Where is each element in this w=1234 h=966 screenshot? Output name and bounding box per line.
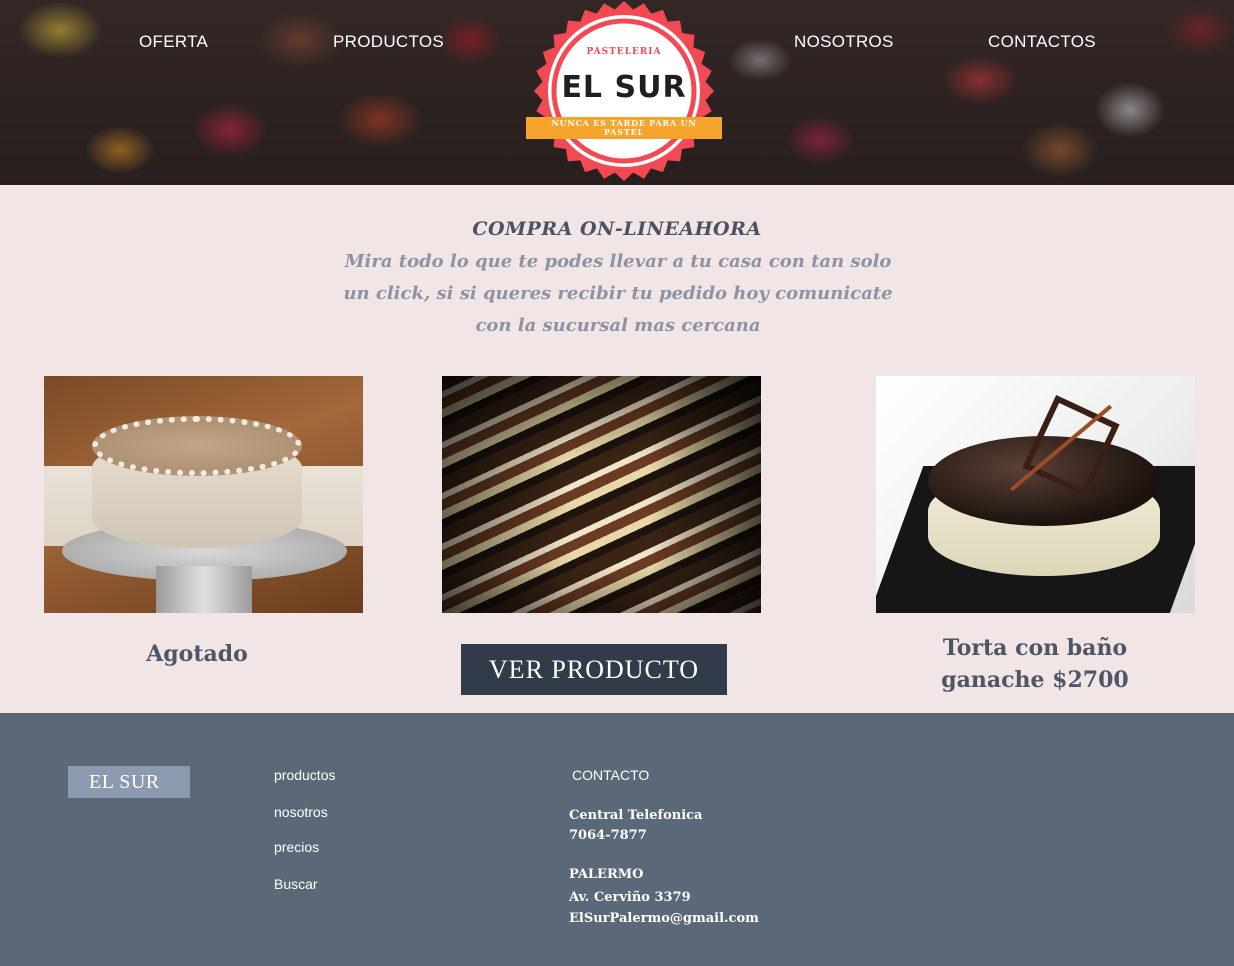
product-image-ganache-cake[interactable] xyxy=(876,376,1195,613)
footer-phone-number: 7064-7877 xyxy=(569,828,647,843)
product-image-vanilla-cake[interactable] xyxy=(44,376,363,613)
footer-branch-email[interactable]: ElSurPalermo@gmail.com xyxy=(569,911,759,926)
product-caption-ganache: Torta con baño ganache $2700 xyxy=(941,635,1129,693)
intro-text: Mira todo lo que te podes llevar a tu ca… xyxy=(343,251,893,336)
footer-branch-name: PALERMO xyxy=(569,867,644,882)
footer-branch-address: Av. Cerviño 3379 xyxy=(569,890,691,905)
footer-phone-label: Central Telefonica xyxy=(569,808,703,823)
intro-title: COMPRA ON-LINEAHORA xyxy=(472,218,762,240)
nav-oferta[interactable]: OFERTA xyxy=(139,32,208,52)
cake-stand-shape xyxy=(156,566,252,613)
logo-tagline-ribbon: NUNCA ES TARDE PARA UN PASTEL xyxy=(526,117,722,139)
cake-top-shape xyxy=(92,416,302,476)
nav-nosotros[interactable]: NOSOTROS xyxy=(794,32,894,52)
logo-name: EL SUR xyxy=(561,70,687,105)
nav-productos[interactable]: PRODUCTOS xyxy=(333,32,444,52)
footer-link-nosotros[interactable]: nosotros xyxy=(274,804,328,820)
footer-link-productos[interactable]: productos xyxy=(274,767,335,783)
footer-link-buscar[interactable]: Buscar xyxy=(274,876,318,892)
footer-link-precios[interactable]: precios xyxy=(274,839,319,855)
product-image-pastries[interactable] xyxy=(442,376,761,613)
logo-pre-title: PASTELERIA xyxy=(586,47,662,57)
footer-brand[interactable]: EL SUR xyxy=(68,766,190,798)
nav-contactos[interactable]: CONTACTOS xyxy=(988,32,1096,52)
brand-logo-badge[interactable]: PASTELERIA EL SUR NUNCA ES TARDE PARA UN… xyxy=(526,0,722,184)
product-caption-sold-out: Agotado xyxy=(146,641,248,667)
view-product-button[interactable]: VER PRODUCTO xyxy=(461,644,727,695)
footer-contact-heading: CONTACTO xyxy=(572,767,650,783)
site-footer: EL SUR productos nosotros precios Buscar… xyxy=(0,713,1234,966)
